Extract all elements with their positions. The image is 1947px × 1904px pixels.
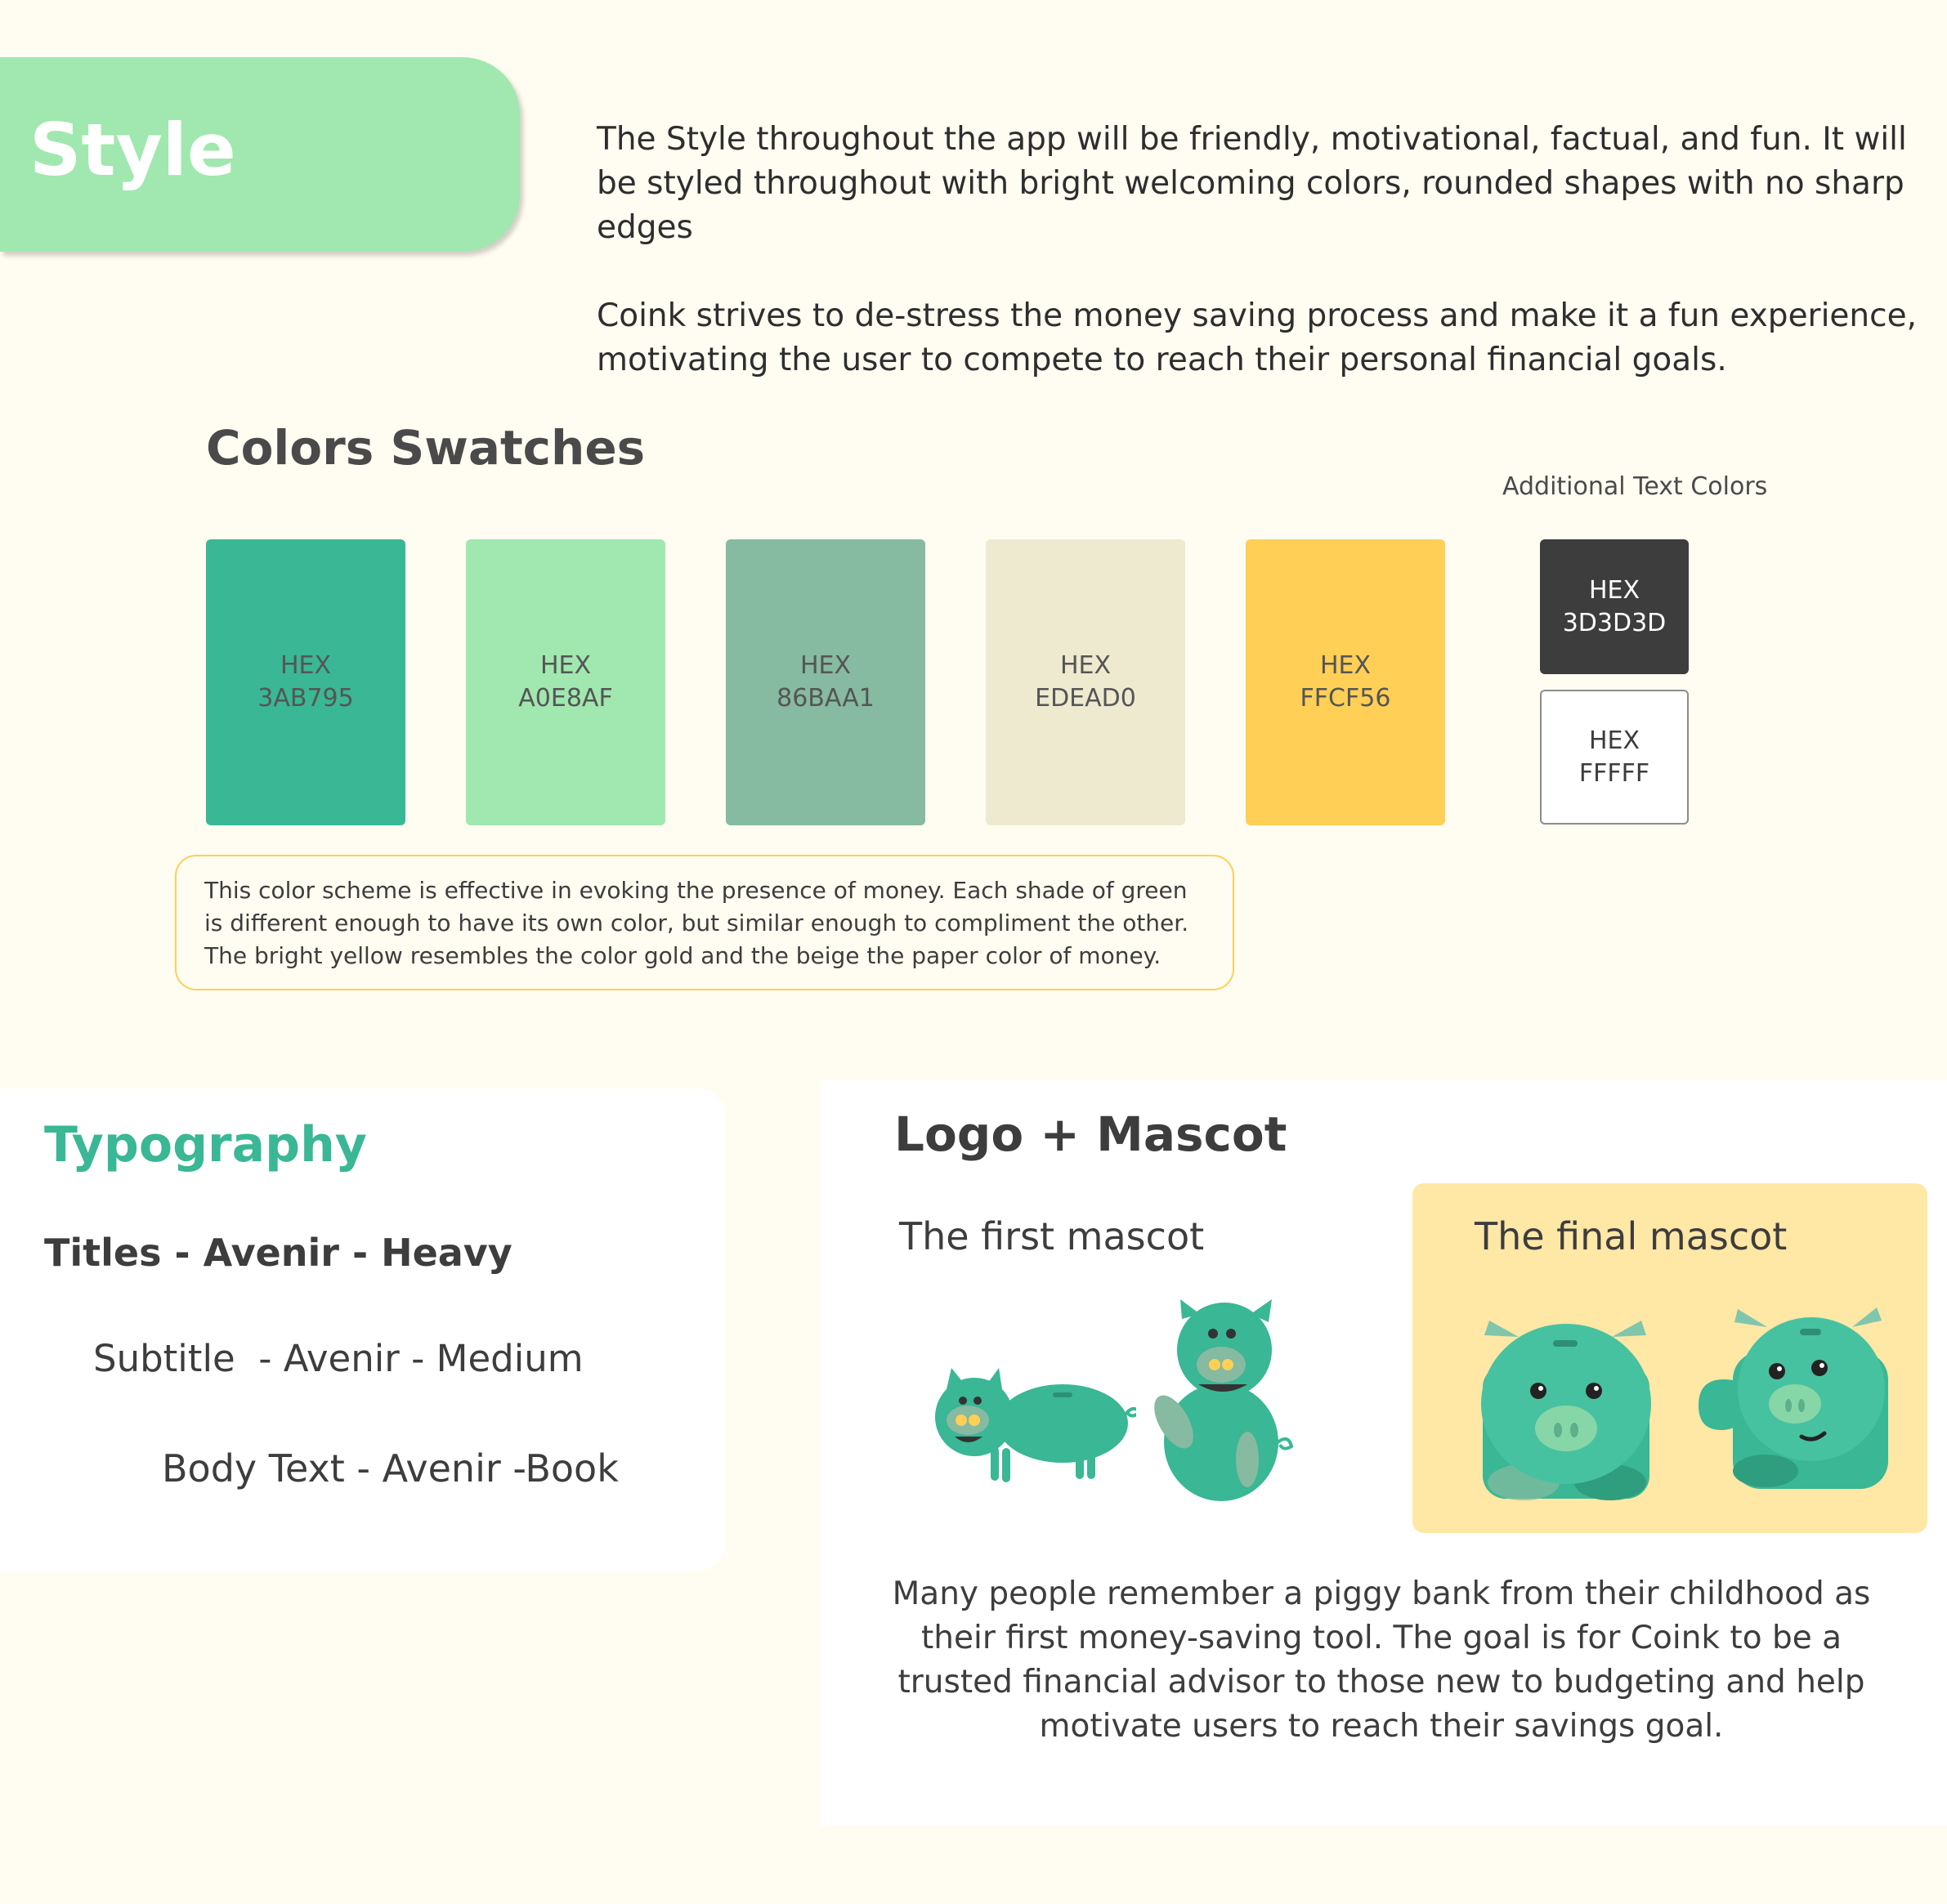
swatch-label: HEX — [1059, 651, 1112, 680]
swatch-3d3d3d: HEX 3D3D3D — [1540, 539, 1689, 674]
swatch-a0e8af: HEX A0E8AF — [466, 539, 665, 825]
mascot-description: Many people remember a piggy bank from t… — [892, 1575, 1871, 1745]
intro-paragraph-coink: Coink strives to de-stress the money sav… — [597, 297, 1917, 378]
swatch-label: HEX — [1588, 575, 1640, 605]
swatch-ffffff: HEX FFFFF — [1540, 690, 1689, 825]
swatch-label: HEX — [280, 651, 332, 680]
typography-subtitle-sample: Subtitle - Avenir - Medium — [93, 1337, 584, 1380]
color-scheme-note: This color scheme is effective in evokin… — [175, 855, 1234, 990]
swatch-code: A0E8AF — [518, 684, 613, 713]
swatch-code: 3D3D3D — [1562, 608, 1667, 637]
swatch-3ab795: HEX 3AB795 — [206, 539, 405, 825]
logo-mascot-title: Logo + Mascot — [894, 1106, 1287, 1162]
swatch-label: HEX — [1319, 651, 1372, 680]
swatch-code: 3AB795 — [257, 684, 354, 713]
swatch-code: 86BAA1 — [777, 684, 875, 713]
swatches-title: Colors Swatches — [206, 420, 646, 476]
first-mascot-pig-waving-icon — [1154, 1299, 1294, 1501]
swatch-label: HEX — [539, 651, 592, 680]
swatch-label: HEX — [1588, 726, 1640, 755]
intro-text: The Style throughout the app will be fri… — [597, 118, 1921, 427]
final-mascot-piggy-bank-icon — [1481, 1321, 1651, 1500]
first-mascot-label: The first mascot — [899, 1214, 1205, 1258]
typography-title: Typography — [44, 1116, 367, 1173]
intro-paragraph-style: The Style throughout the app will be fri… — [597, 121, 1907, 246]
swatch-code: FFFFF — [1578, 758, 1650, 788]
final-mascot-piggy-waving-icon — [1699, 1307, 1888, 1489]
swatch-code: EDEAD0 — [1035, 684, 1136, 713]
swatch-label: HEX — [799, 651, 852, 680]
swatch-code: FFCF56 — [1300, 684, 1391, 713]
final-mascot-label: The final mascot — [1475, 1214, 1788, 1258]
additional-text-colors-label: Additional Text Colors — [1502, 472, 1768, 501]
page-title: Style — [29, 108, 236, 192]
swatch-edead0: HEX EDEAD0 — [986, 539, 1185, 825]
typography-body-sample: Body Text - Avenir -Book — [162, 1446, 619, 1491]
swatch-86baa1: HEX 86BAA1 — [726, 539, 925, 825]
typography-titles-sample: Titles - Avenir - Heavy — [44, 1231, 512, 1275]
first-mascot-pig-side-icon — [935, 1368, 1136, 1482]
swatch-ffcf56: HEX FFCF56 — [1246, 539, 1445, 825]
